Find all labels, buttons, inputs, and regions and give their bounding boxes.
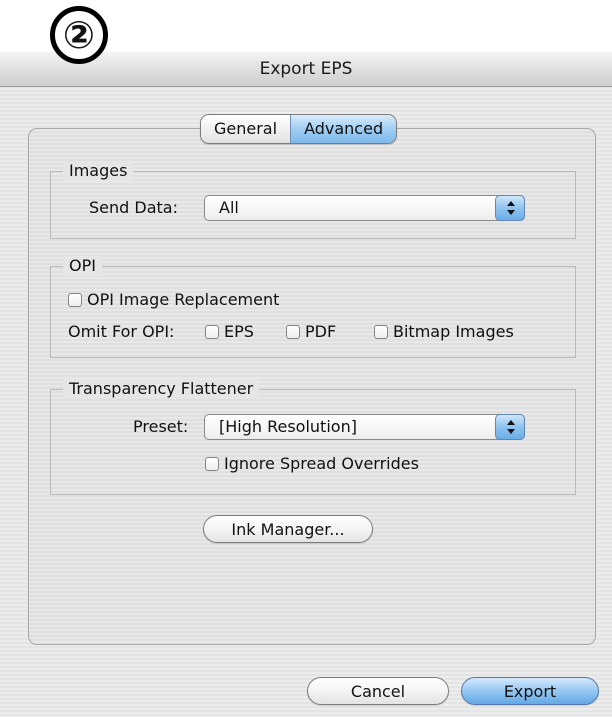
opi-image-replacement-checkbox[interactable]: OPI Image Replacement bbox=[68, 290, 279, 310]
popup-arrows-icon bbox=[495, 414, 525, 440]
preset-label: Preset: bbox=[133, 417, 189, 436]
ignore-spread-overrides-checkbox[interactable]: Ignore Spread Overrides bbox=[205, 454, 419, 474]
checkbox-box bbox=[205, 457, 219, 471]
omit-bitmap-images-label: Bitmap Images bbox=[393, 322, 514, 341]
ink-manager-button[interactable]: Ink Manager... bbox=[203, 515, 373, 543]
cancel-button[interactable]: Cancel bbox=[307, 677, 449, 705]
tab-bar: General Advanced bbox=[200, 114, 398, 144]
send-data-popup[interactable]: All bbox=[204, 195, 525, 221]
export-eps-dialog: Export EPS General Advanced Images Send … bbox=[0, 52, 612, 717]
checkbox-box bbox=[374, 325, 388, 339]
preset-value: [High Resolution] bbox=[219, 417, 357, 436]
dialog-title: Export EPS bbox=[259, 59, 353, 79]
opi-image-replacement-label: OPI Image Replacement bbox=[87, 290, 280, 309]
checkbox-box bbox=[205, 325, 219, 339]
tab-advanced[interactable]: Advanced bbox=[290, 115, 397, 143]
ignore-spread-overrides-label: Ignore Spread Overrides bbox=[224, 454, 419, 473]
checkbox-box bbox=[286, 325, 300, 339]
omit-eps-checkbox[interactable]: EPS bbox=[205, 322, 254, 342]
omit-for-opi-label: Omit For OPI: bbox=[68, 322, 175, 341]
send-data-label: Send Data: bbox=[89, 198, 178, 217]
omit-bitmap-images-checkbox[interactable]: Bitmap Images bbox=[374, 322, 514, 342]
popup-arrows-icon bbox=[495, 195, 525, 221]
transparency-flattener-group: Transparency Flattener bbox=[50, 379, 576, 495]
omit-pdf-checkbox[interactable]: PDF bbox=[286, 322, 336, 342]
transparency-flattener-group-title: Transparency Flattener bbox=[63, 379, 260, 399]
export-button[interactable]: Export bbox=[461, 677, 599, 705]
preset-popup[interactable]: [High Resolution] bbox=[204, 414, 525, 440]
omit-eps-label: EPS bbox=[224, 322, 254, 341]
checkbox-box bbox=[68, 293, 82, 307]
tab-general[interactable]: General bbox=[201, 115, 291, 143]
images-group-title: Images bbox=[63, 161, 134, 181]
opi-group-title: OPI bbox=[63, 256, 102, 276]
send-data-value: All bbox=[219, 198, 239, 217]
opi-group: OPI bbox=[50, 256, 576, 358]
step-number-badge: ② bbox=[50, 6, 108, 64]
omit-pdf-label: PDF bbox=[305, 322, 337, 341]
